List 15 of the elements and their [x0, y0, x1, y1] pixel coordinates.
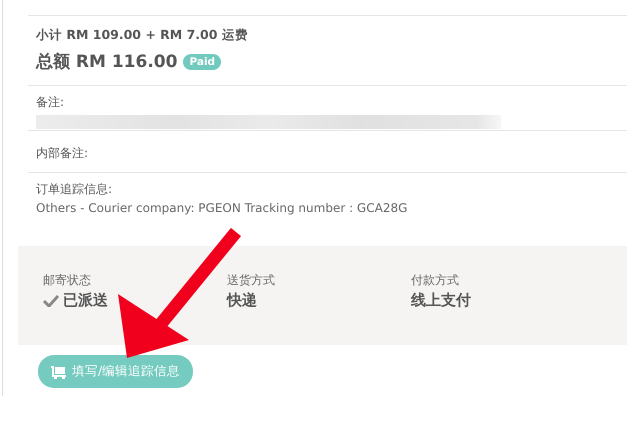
- cart-icon: [51, 364, 67, 378]
- paid-badge: Paid: [183, 54, 222, 70]
- status-value: 快递: [227, 291, 257, 310]
- total-text: 总额 RM 116.00: [36, 51, 178, 73]
- tracking-info-text: Others - Courier company: PGEON Tracking number : GCA28G: [36, 201, 408, 215]
- subtotal-text: 小计 RM 109.00 + RM 7.00 运费: [36, 27, 249, 44]
- field-label: 订单追踪信息:: [36, 181, 114, 198]
- tracking-button[interactable]: 填写/编辑追踪信息: [38, 355, 194, 388]
- status-label: 付款方式: [411, 272, 460, 289]
- field-label: 内部备注:: [36, 145, 90, 162]
- field-label: 备注:: [36, 94, 66, 111]
- status-label: 邮寄状态: [43, 272, 92, 289]
- status-value: 已派送: [63, 291, 108, 310]
- status-label: 送货方式: [227, 272, 276, 289]
- status-value: 线上支付: [411, 291, 471, 310]
